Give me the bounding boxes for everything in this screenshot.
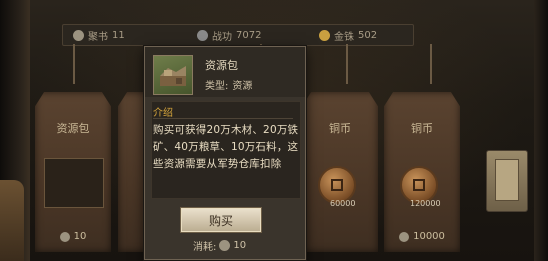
resource-merit-value: 7072 bbox=[236, 29, 262, 41]
resource-gold: 金铢 502 bbox=[319, 28, 378, 43]
resource-merit: 战功 7072 bbox=[197, 28, 262, 43]
cost-value: 10 bbox=[233, 240, 247, 251]
shop-tag-title: 资源包 bbox=[56, 122, 90, 135]
book-icon bbox=[73, 29, 84, 41]
resource-merit-label: 战功 bbox=[212, 31, 232, 43]
shop-tag-price-value: 10 bbox=[73, 231, 87, 242]
section-divider bbox=[153, 118, 293, 119]
resource-bar: 聚书 11 战功 7072 金铢 502 bbox=[62, 24, 414, 46]
resource-pack-icon bbox=[153, 55, 193, 95]
right-frame bbox=[534, 0, 548, 261]
item-name: 资源包 bbox=[205, 59, 238, 72]
gold-icon bbox=[319, 29, 330, 41]
shop-tag-price: 10 bbox=[35, 231, 111, 242]
shop-tag-title: 铜币 bbox=[411, 122, 433, 135]
description-title: 介绍 bbox=[153, 108, 173, 119]
shop-tag-price: 10000 bbox=[384, 231, 460, 242]
copper-amount: 60000 bbox=[330, 199, 356, 208]
shop-tag-title: 铜币 bbox=[329, 122, 351, 135]
book-icon bbox=[59, 231, 70, 242]
resource-gold-label: 金铢 bbox=[334, 31, 354, 43]
book-icon bbox=[399, 231, 410, 242]
shop-tag-price-value: 10000 bbox=[413, 231, 445, 242]
resource-pack-thumbnail bbox=[44, 158, 104, 208]
cost-display: 消耗: 10 bbox=[193, 238, 246, 253]
resource-book-value: 11 bbox=[112, 29, 125, 41]
item-type-label: 类型: bbox=[205, 81, 229, 92]
book-icon bbox=[219, 240, 231, 251]
item-type-value: 资源 bbox=[232, 81, 253, 92]
tag-rope bbox=[430, 44, 432, 84]
scroll-item-icon[interactable] bbox=[486, 150, 528, 212]
tag-rope bbox=[73, 44, 75, 84]
item-description: 购买可获得20万木材、20万铁矿、40万粮草、10万石料，这些资源需要从军势仓库… bbox=[153, 124, 299, 170]
left-decoration bbox=[0, 180, 24, 261]
item-type: 类型: 资源 bbox=[205, 77, 252, 92]
buy-button[interactable]: 购买 bbox=[181, 208, 261, 232]
tag-rope bbox=[346, 44, 348, 84]
item-detail-popup: 资源包 类型: 资源 介绍 购买可获得20万木材、20万铁矿、40万粮草、10万… bbox=[144, 46, 306, 260]
resource-book: 聚书 11 bbox=[73, 28, 125, 43]
resource-gold-value: 502 bbox=[358, 29, 378, 41]
copper-amount: 120000 bbox=[410, 199, 441, 208]
cost-label: 消耗: bbox=[193, 242, 217, 253]
resource-book-label: 聚书 bbox=[88, 31, 108, 43]
merit-icon bbox=[197, 29, 208, 41]
